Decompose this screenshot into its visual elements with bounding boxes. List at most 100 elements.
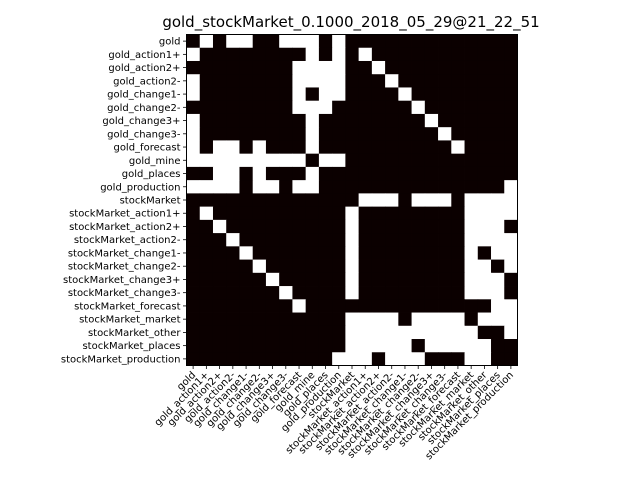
heatmap-cell bbox=[305, 87, 320, 102]
heatmap-cell bbox=[332, 60, 346, 75]
heatmap-cell bbox=[491, 286, 505, 300]
heatmap-cell bbox=[318, 180, 333, 194]
heatmap-cell bbox=[186, 74, 201, 88]
heatmap-cell bbox=[226, 166, 240, 181]
heatmap-cell bbox=[226, 34, 240, 49]
heatmap-cell bbox=[292, 47, 307, 62]
heatmap-cell bbox=[411, 60, 426, 75]
heatmap-cell bbox=[398, 153, 412, 168]
heatmap-cell bbox=[477, 180, 492, 194]
heatmap-cell bbox=[226, 113, 240, 128]
heatmap-cell bbox=[239, 206, 254, 221]
heatmap-cell bbox=[318, 127, 333, 141]
heatmap-cell bbox=[371, 140, 386, 155]
heatmap-cell bbox=[411, 312, 426, 327]
heatmap-cell bbox=[292, 113, 307, 128]
heatmap-cell bbox=[252, 259, 267, 274]
heatmap-cell bbox=[239, 113, 254, 128]
heatmap-cell bbox=[332, 219, 346, 234]
heatmap-cell bbox=[358, 272, 373, 287]
heatmap-cell bbox=[491, 100, 505, 115]
heatmap-cell bbox=[358, 60, 373, 75]
heatmap-cell bbox=[332, 100, 346, 115]
heatmap-cell bbox=[477, 74, 492, 88]
heatmap-cell bbox=[318, 286, 333, 300]
heatmap-cell bbox=[504, 127, 518, 141]
x-axis-ticks: goldgold_action1+gold_action2+gold_actio… bbox=[153, 365, 516, 462]
heatmap-cell bbox=[279, 60, 293, 75]
heatmap-cell bbox=[252, 206, 267, 221]
heatmap-cell bbox=[252, 60, 267, 75]
heatmap-cell bbox=[279, 74, 293, 88]
heatmap-cell bbox=[411, 34, 426, 49]
heatmap-cell bbox=[411, 233, 426, 247]
heatmap-cell bbox=[398, 312, 412, 327]
heatmap-cell bbox=[305, 74, 320, 88]
heatmap-cell bbox=[199, 206, 214, 221]
heatmap-cell bbox=[332, 299, 346, 313]
heatmap-cell bbox=[491, 60, 505, 75]
heatmap-cell bbox=[411, 47, 426, 62]
heatmap-cell bbox=[504, 259, 518, 274]
heatmap-cell bbox=[252, 113, 267, 128]
heatmap-cell bbox=[371, 233, 386, 247]
heatmap-cell bbox=[451, 87, 465, 102]
heatmap-cell bbox=[305, 339, 320, 353]
heatmap-cell bbox=[292, 60, 307, 75]
heatmap-cell bbox=[332, 339, 346, 353]
heatmap-cell bbox=[292, 74, 307, 88]
heatmap-cell bbox=[212, 113, 227, 128]
heatmap-cell bbox=[212, 153, 227, 168]
heatmap-cell bbox=[332, 47, 346, 62]
heatmap-cell bbox=[424, 47, 439, 62]
heatmap-cell bbox=[438, 286, 452, 300]
heatmap-cell bbox=[491, 339, 505, 353]
heatmap-cell bbox=[305, 47, 320, 62]
y-tick-label: stockMarket bbox=[120, 196, 181, 207]
heatmap-cell bbox=[226, 87, 240, 102]
heatmap-cell bbox=[385, 127, 399, 141]
heatmap-cell bbox=[358, 286, 373, 300]
heatmap-cell bbox=[411, 246, 426, 260]
heatmap-cell bbox=[464, 127, 479, 141]
heatmap-cell bbox=[477, 312, 492, 327]
heatmap-cell bbox=[199, 259, 214, 274]
heatmap-cell bbox=[265, 47, 280, 62]
heatmap-cell bbox=[186, 140, 201, 155]
heatmap-cell bbox=[199, 219, 214, 234]
heatmap-cell bbox=[345, 180, 360, 194]
heatmap-cell bbox=[504, 180, 518, 194]
heatmap-cell bbox=[424, 299, 439, 313]
heatmap-cell bbox=[239, 339, 254, 353]
heatmap-cell bbox=[385, 246, 399, 260]
heatmap-cell bbox=[279, 325, 293, 340]
heatmap-cell bbox=[371, 325, 386, 340]
heatmap-cell bbox=[226, 219, 240, 234]
heatmap-cell bbox=[265, 325, 280, 340]
heatmap-cell bbox=[504, 153, 518, 168]
heatmap-cell bbox=[371, 286, 386, 300]
y-tick-label: stockMarket_other bbox=[88, 328, 181, 339]
heatmap-cell bbox=[477, 100, 492, 115]
heatmap-cell bbox=[292, 299, 307, 313]
heatmap-cell bbox=[504, 246, 518, 260]
heatmap-cell bbox=[398, 352, 412, 366]
heatmap-cell bbox=[358, 47, 373, 62]
heatmap-cell bbox=[385, 259, 399, 274]
heatmap-cell bbox=[279, 219, 293, 234]
heatmap-cell bbox=[345, 272, 360, 287]
heatmap-cell bbox=[279, 34, 293, 49]
heatmap-cell bbox=[186, 325, 201, 340]
heatmap-cell bbox=[491, 166, 505, 181]
heatmap-cell bbox=[332, 166, 346, 181]
heatmap-cell bbox=[491, 299, 505, 313]
heatmap-cell bbox=[491, 259, 505, 274]
heatmap-cell bbox=[252, 74, 267, 88]
heatmap-cell bbox=[212, 193, 227, 208]
heatmap-cell bbox=[318, 47, 333, 62]
heatmap-cell bbox=[504, 193, 518, 208]
heatmap-cell bbox=[464, 34, 479, 49]
heatmap-cell bbox=[371, 206, 386, 221]
heatmap-cell bbox=[451, 166, 465, 181]
heatmap-cell bbox=[279, 100, 293, 115]
